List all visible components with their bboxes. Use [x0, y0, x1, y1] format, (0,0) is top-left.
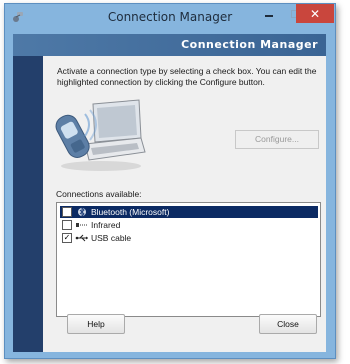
- connections-list[interactable]: Bluetooth (Microsoft) Infrared ✓ USB cab…: [56, 202, 321, 317]
- close-button[interactable]: Close: [259, 314, 317, 334]
- list-item-label: Bluetooth (Microsoft): [91, 207, 170, 217]
- window-close-button[interactable]: ✕: [296, 4, 334, 23]
- main-panel: Activate a connection type by selecting …: [43, 56, 326, 352]
- infrared-icon: [75, 220, 89, 230]
- connections-available-label: Connections available:: [56, 189, 142, 199]
- header-banner: Connection Manager: [13, 34, 326, 56]
- usb-icon: [75, 233, 89, 243]
- bluetooth-icon: [75, 206, 89, 218]
- list-item-label: Infrared: [91, 220, 121, 230]
- minimize-icon: [265, 14, 273, 17]
- bluetooth-checkbox[interactable]: [62, 207, 72, 217]
- connection-manager-window: Connection Manager ✕ Connection Manager …: [4, 3, 336, 359]
- list-item-label: USB cable: [91, 233, 132, 243]
- configure-button[interactable]: Configure...: [235, 130, 319, 149]
- banner-title: Connection Manager: [181, 38, 318, 51]
- minimize-button[interactable]: [256, 4, 282, 23]
- list-item-bluetooth[interactable]: Bluetooth (Microsoft): [60, 206, 318, 218]
- title-bar[interactable]: Connection Manager ✕: [5, 4, 335, 30]
- checkmark-icon: ✓: [63, 233, 71, 242]
- usb-cable-checkbox[interactable]: ✓: [62, 233, 72, 243]
- infrared-checkbox[interactable]: [62, 220, 72, 230]
- close-icon: ✕: [309, 6, 321, 21]
- list-item-usb-cable[interactable]: ✓ USB cable: [60, 232, 318, 244]
- instructions-text: Activate a connection type by selecting …: [57, 66, 317, 87]
- phone-laptop-illustration: [55, 94, 147, 174]
- list-item-infrared[interactable]: Infrared: [60, 219, 318, 231]
- help-button[interactable]: Help: [67, 314, 125, 334]
- left-decorative-strip: [13, 56, 43, 352]
